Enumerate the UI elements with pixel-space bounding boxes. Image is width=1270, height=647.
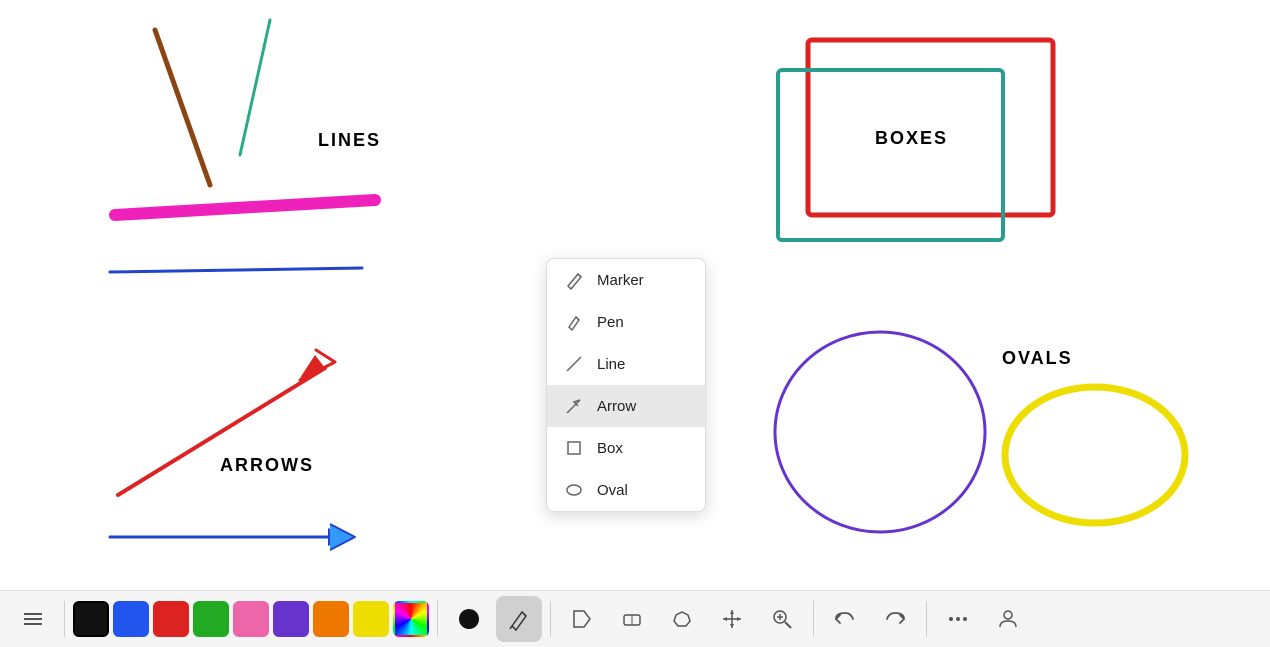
separator-2 (437, 601, 438, 637)
separator-1 (64, 601, 65, 637)
line-label: Line (597, 356, 625, 373)
menu-item-arrow[interactable]: Arrow (547, 385, 705, 427)
pen-icon (563, 311, 585, 333)
color-black[interactable] (73, 601, 109, 637)
zoom-button[interactable] (759, 596, 805, 642)
profile-button[interactable] (985, 596, 1031, 642)
canvas-area[interactable]: LINES ARROWS BOXES OVALS Marker Pen Line (0, 0, 1270, 590)
color-red[interactable] (153, 601, 189, 637)
eraser-button[interactable] (609, 596, 655, 642)
ovals-label: OVALS (1002, 348, 1073, 369)
color-orange[interactable] (313, 601, 349, 637)
color-green[interactable] (193, 601, 229, 637)
color-yellow[interactable] (353, 601, 389, 637)
arrow-label: Arrow (597, 398, 636, 415)
tool-dropdown-menu: Marker Pen Line Arrow Box (546, 258, 706, 512)
separator-4 (813, 601, 814, 637)
oval-label: Oval (597, 482, 628, 499)
more-options-button[interactable] (935, 596, 981, 642)
move-button[interactable] (709, 596, 755, 642)
menu-item-pen[interactable]: Pen (547, 301, 705, 343)
box-icon (563, 437, 585, 459)
arrow-icon (563, 395, 585, 417)
pen-label: Pen (597, 314, 624, 331)
menu-button[interactable] (10, 596, 56, 642)
marker-icon (563, 269, 585, 291)
menu-item-oval[interactable]: Oval (547, 469, 705, 511)
menu-item-marker[interactable]: Marker (547, 259, 705, 301)
label-button[interactable] (559, 596, 605, 642)
oval-icon (563, 479, 585, 501)
lasso-button[interactable] (659, 596, 705, 642)
color-pink[interactable] (233, 601, 269, 637)
redo-button[interactable] (872, 596, 918, 642)
menu-item-line[interactable]: Line (547, 343, 705, 385)
color-purple[interactable] (273, 601, 309, 637)
line-icon (563, 353, 585, 375)
box-label: Box (597, 440, 623, 457)
color-multi[interactable] (393, 601, 429, 637)
color-circle-button[interactable] (446, 596, 492, 642)
color-blue[interactable] (113, 601, 149, 637)
separator-3 (550, 601, 551, 637)
separator-5 (926, 601, 927, 637)
boxes-label: BOXES (875, 128, 948, 149)
lines-label: LINES (318, 130, 381, 151)
toolbar (0, 590, 1270, 647)
undo-button[interactable] (822, 596, 868, 642)
pen-tool-button[interactable] (496, 596, 542, 642)
marker-label: Marker (597, 272, 644, 289)
arrows-label: ARROWS (220, 455, 314, 476)
menu-item-box[interactable]: Box (547, 427, 705, 469)
